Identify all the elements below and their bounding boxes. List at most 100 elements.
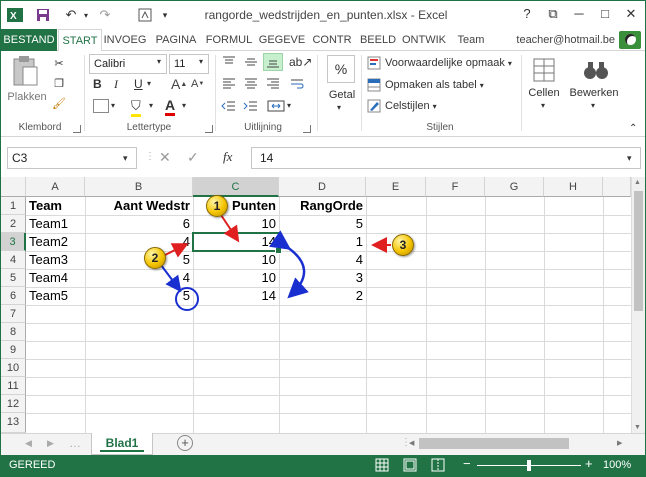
- conditional-formatting-label: Voorwaardelijke opmaak: [385, 57, 505, 69]
- underline-dropdown-icon[interactable]: ▾: [147, 79, 151, 88]
- percent-format-button[interactable]: %: [327, 55, 355, 83]
- zoom-in-icon[interactable]: +: [585, 456, 593, 471]
- binoculars-icon[interactable]: [581, 55, 611, 85]
- format-as-table-icon: [367, 78, 381, 92]
- decrease-indent-icon[interactable]: [221, 99, 237, 113]
- font-color-icon[interactable]: A: [165, 97, 176, 116]
- formula-bar-handle-icon[interactable]: ⋮: [145, 151, 155, 162]
- align-center-icon[interactable]: [243, 77, 259, 91]
- clipboard-launcher-icon[interactable]: [73, 125, 81, 133]
- redo-icon[interactable]: ↷: [95, 5, 115, 25]
- wrap-text-icon[interactable]: [289, 77, 305, 91]
- undo-icon[interactable]: ↶: [61, 5, 81, 25]
- tab-page-layout[interactable]: PAGINA: [151, 29, 201, 51]
- number-format-button[interactable]: Getal: [325, 89, 359, 101]
- table-dropdown-icon: ▾: [479, 80, 484, 90]
- cell-styles-button[interactable]: Celstijlen ▾: [367, 99, 437, 113]
- paste-label[interactable]: Plakken: [7, 91, 47, 103]
- tab-file[interactable]: BESTAND: [1, 29, 57, 51]
- font-name-select[interactable]: Calibri: [89, 54, 167, 74]
- more-sheets-icon[interactable]: …: [69, 436, 81, 450]
- cancel-icon[interactable]: ✕: [159, 149, 171, 166]
- close-button[interactable]: ✕: [621, 5, 641, 23]
- scroll-down-icon[interactable]: ▼: [634, 424, 641, 431]
- format-as-table-button[interactable]: Opmaken als tabel ▾: [367, 78, 484, 92]
- font-color-dropdown-icon[interactable]: ▾: [182, 101, 186, 110]
- orientation-icon[interactable]: ab↗: [289, 55, 312, 69]
- tab-formulas[interactable]: FORMUL: [204, 29, 254, 51]
- scroll-up-icon[interactable]: ▲: [634, 179, 641, 186]
- editing-dropdown-icon[interactable]: ▾: [591, 101, 595, 110]
- hscroll-left-icon[interactable]: ◀: [409, 439, 414, 447]
- align-bottom-icon[interactable]: [263, 53, 283, 71]
- merge-center-icon[interactable]: [267, 99, 285, 113]
- name-box[interactable]: C3: [7, 147, 137, 169]
- align-left-icon[interactable]: [221, 77, 237, 91]
- touch-mode-icon[interactable]: [135, 5, 155, 25]
- tab-developer[interactable]: ONTWIK: [399, 29, 449, 51]
- ribbon-display-icon[interactable]: ⧉: [543, 5, 563, 23]
- insert-function-button[interactable]: fx: [223, 149, 232, 165]
- font-shrink-icon[interactable]: A ▼: [191, 78, 204, 90]
- editing-button[interactable]: Bewerken: [567, 87, 621, 99]
- tab-review[interactable]: CONTR: [309, 29, 355, 51]
- prev-sheet-icon[interactable]: ◀: [25, 438, 32, 449]
- hscroll-right-icon[interactable]: ▶: [617, 439, 622, 447]
- italic-button[interactable]: I: [114, 77, 118, 92]
- number-dropdown-icon[interactable]: ▾: [337, 103, 341, 112]
- zoom-level[interactable]: 100%: [603, 459, 631, 471]
- help-button[interactable]: ?: [517, 5, 537, 23]
- new-sheet-icon[interactable]: +: [177, 435, 193, 451]
- tab-team[interactable]: Team: [453, 29, 489, 51]
- format-painter-icon[interactable]: 🖌: [51, 95, 67, 111]
- borders-icon[interactable]: [93, 99, 109, 113]
- underline-button[interactable]: U: [134, 77, 143, 91]
- vertical-scrollbar[interactable]: ▲ ▼: [631, 177, 645, 433]
- page-break-view-icon[interactable]: [431, 458, 445, 475]
- avatar[interactable]: [619, 31, 641, 49]
- save-icon[interactable]: [33, 5, 53, 25]
- zoom-slider-thumb[interactable]: [527, 460, 531, 471]
- account-name[interactable]: teacher@hotmail.be: [516, 29, 615, 51]
- conditional-formatting-button[interactable]: Voorwaardelijke opmaak ▾: [367, 56, 512, 70]
- align-top-icon[interactable]: [221, 55, 237, 69]
- cut-icon[interactable]: ✂: [51, 55, 67, 71]
- align-right-icon[interactable]: [265, 77, 281, 91]
- tab-start[interactable]: START: [58, 29, 102, 52]
- tab-insert[interactable]: INVOEG: [102, 29, 148, 51]
- copy-icon[interactable]: ❐: [51, 75, 67, 91]
- fill-color-icon[interactable]: ⛉: [131, 98, 141, 117]
- font-name-dropdown-icon[interactable]: ▾: [157, 57, 161, 66]
- undo-dropdown-icon[interactable]: ▾: [81, 5, 91, 25]
- cells-button[interactable]: Cellen: [525, 87, 563, 99]
- formula-input[interactable]: 14: [251, 147, 641, 169]
- minimize-button[interactable]: ─: [569, 5, 589, 23]
- normal-view-icon[interactable]: [375, 458, 389, 475]
- customize-qat-icon[interactable]: ▾: [159, 5, 171, 25]
- merge-dropdown-icon[interactable]: ▾: [287, 101, 291, 110]
- borders-dropdown-icon[interactable]: ▾: [111, 101, 115, 110]
- fill-dropdown-icon[interactable]: ▾: [149, 101, 153, 110]
- tab-view[interactable]: BEELD: [359, 29, 397, 51]
- tab-data[interactable]: GEGEVE: [257, 29, 307, 51]
- hscroll-thumb[interactable]: [419, 438, 569, 449]
- increase-indent-icon[interactable]: [243, 99, 259, 113]
- font-size-dropdown-icon[interactable]: ▾: [199, 57, 203, 66]
- scroll-thumb[interactable]: [634, 191, 643, 311]
- next-sheet-icon[interactable]: ▶: [47, 438, 54, 449]
- collapse-ribbon-icon[interactable]: ⌃: [629, 123, 637, 134]
- sheet-tab-blad1[interactable]: Blad1: [91, 433, 153, 455]
- zoom-out-icon[interactable]: −: [463, 456, 471, 471]
- name-box-dropdown-icon[interactable]: ▾: [123, 153, 128, 164]
- page-layout-view-icon[interactable]: [403, 458, 417, 475]
- font-grow-icon[interactable]: A ▲: [171, 76, 187, 92]
- font-launcher-icon[interactable]: [205, 125, 213, 133]
- alignment-launcher-icon[interactable]: [303, 125, 311, 133]
- align-middle-icon[interactable]: [243, 55, 259, 69]
- restore-button[interactable]: □: [595, 5, 615, 23]
- cells-icon[interactable]: [531, 55, 557, 85]
- enter-icon[interactable]: ✓: [187, 149, 199, 166]
- bold-button[interactable]: B: [93, 77, 102, 91]
- expand-formula-bar-icon[interactable]: ▾: [627, 153, 632, 164]
- cells-dropdown-icon[interactable]: ▾: [541, 101, 545, 110]
